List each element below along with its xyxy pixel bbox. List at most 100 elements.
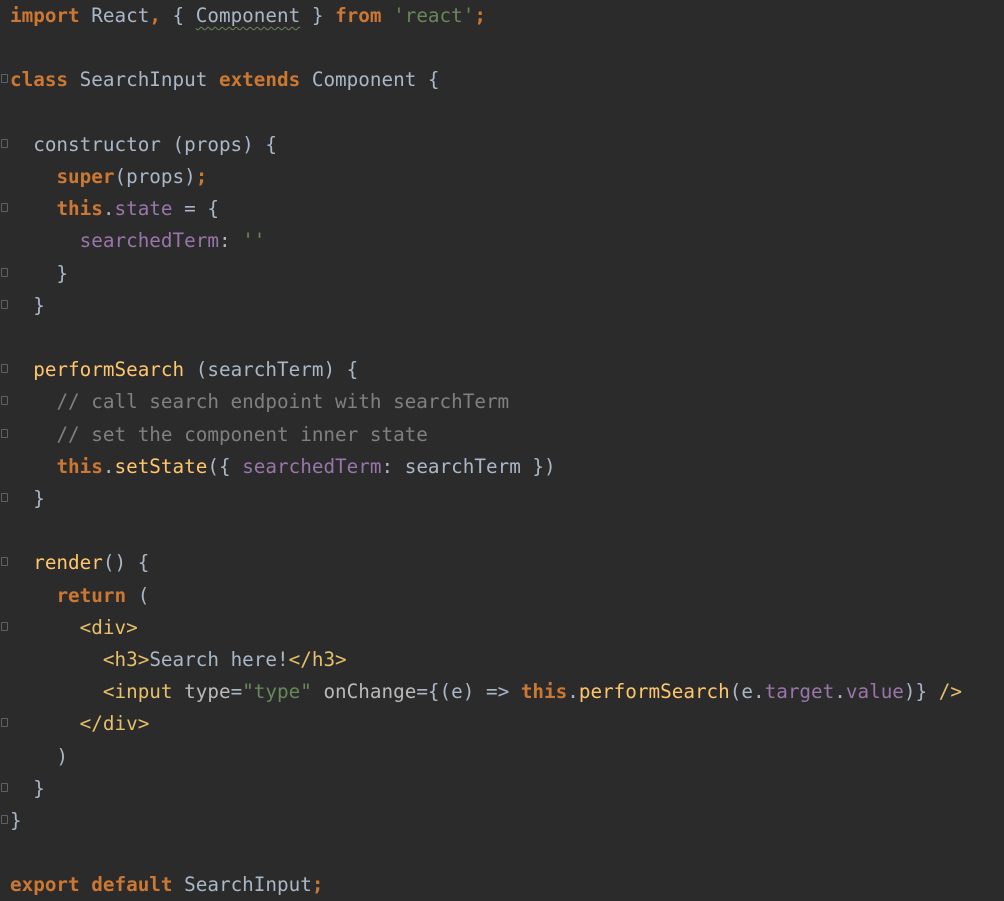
gutter bbox=[0, 515, 10, 547]
code-token: . bbox=[102, 454, 115, 478]
fold-marker-icon[interactable] bbox=[1, 203, 8, 213]
code-line[interactable]: } bbox=[10, 773, 45, 805]
gutter bbox=[0, 0, 10, 32]
code-token: : searchTerm }) bbox=[381, 454, 556, 478]
fold-marker-icon[interactable] bbox=[1, 557, 8, 567]
gutter bbox=[0, 386, 10, 418]
code-token: . bbox=[567, 680, 579, 704]
code-editor[interactable]: import React, { Component } from 'react'… bbox=[0, 0, 1004, 900]
code-line[interactable]: class SearchInput extends Component { bbox=[10, 64, 440, 96]
code-line[interactable]: </div> bbox=[10, 708, 150, 740]
code-line[interactable]: } bbox=[10, 805, 22, 837]
code-token: SearchInput bbox=[172, 873, 312, 897]
code-token: export bbox=[10, 873, 80, 897]
code-token: () { bbox=[102, 551, 150, 575]
fold-marker-icon[interactable] bbox=[1, 428, 8, 438]
code-line[interactable]: performSearch (searchTerm) { bbox=[10, 354, 358, 386]
fold-marker-icon[interactable] bbox=[1, 718, 8, 728]
fold-marker-icon[interactable] bbox=[1, 396, 8, 406]
code-line[interactable]: <div> bbox=[10, 612, 138, 644]
code-line[interactable]: import React, { Component } from 'react'… bbox=[10, 0, 486, 32]
code-line[interactable]: searchedTerm: '' bbox=[10, 225, 266, 257]
code-token: /> bbox=[938, 680, 962, 704]
code-token: searchedTerm bbox=[242, 454, 382, 478]
code-line[interactable]: render() { bbox=[10, 547, 149, 579]
gutter bbox=[0, 161, 10, 193]
code-token: import bbox=[10, 4, 80, 27]
code-token: } bbox=[10, 293, 45, 317]
fold-marker-icon[interactable] bbox=[1, 364, 8, 374]
code-token: } bbox=[10, 809, 22, 832]
code-token: ({ bbox=[207, 454, 243, 478]
code-token: from bbox=[335, 4, 382, 27]
code-line[interactable]: <h3>Search here!</h3> bbox=[10, 644, 347, 676]
code-token: React bbox=[79, 4, 150, 27]
code-token: (searchTerm) { bbox=[184, 358, 359, 382]
gutter bbox=[0, 483, 10, 515]
code-token: // call search endpoint with searchTerm bbox=[56, 390, 510, 414]
code-line[interactable]: } bbox=[10, 258, 68, 290]
code-line[interactable]: <input type="type" onChange={(e) => this… bbox=[10, 676, 962, 708]
code-token: return bbox=[56, 583, 127, 607]
code-token: (props) bbox=[114, 165, 196, 188]
code-line[interactable]: super(props); bbox=[10, 161, 207, 193]
gutter bbox=[0, 741, 10, 773]
code-line[interactable]: this.setState({ searchedTerm: searchTerm… bbox=[10, 451, 556, 483]
gutter bbox=[0, 97, 10, 129]
code-line[interactable]: this.state = { bbox=[10, 193, 219, 225]
code-line[interactable]: constructor (props) { bbox=[10, 129, 277, 161]
fold-marker-icon[interactable] bbox=[1, 267, 8, 277]
code-line[interactable]: // set the component inner state bbox=[10, 419, 427, 451]
code-token: ={(e) => bbox=[416, 680, 521, 704]
code-token: SearchInput bbox=[68, 68, 219, 92]
fold-marker-icon[interactable] bbox=[1, 74, 8, 84]
code-line[interactable]: } bbox=[10, 483, 45, 515]
code-token: Component { bbox=[300, 68, 440, 92]
code-line[interactable]: export default SearchInput; bbox=[10, 869, 323, 901]
code-token: = bbox=[230, 680, 243, 704]
fold-marker-icon[interactable] bbox=[1, 493, 8, 502]
gutter bbox=[0, 193, 10, 225]
code-line[interactable]: return ( bbox=[10, 580, 149, 612]
gutter bbox=[0, 451, 10, 483]
gutter bbox=[0, 805, 10, 837]
gutter bbox=[0, 547, 10, 579]
code-token: '' bbox=[242, 229, 266, 253]
fold-marker-icon[interactable] bbox=[1, 138, 8, 148]
gutter bbox=[0, 354, 10, 386]
code-token: type bbox=[184, 680, 231, 704]
code-token: ; bbox=[474, 4, 486, 27]
fold-marker-icon[interactable] bbox=[1, 299, 8, 309]
code-token: render bbox=[33, 551, 103, 575]
fold-marker-icon[interactable] bbox=[1, 782, 8, 792]
fold-marker-icon[interactable] bbox=[1, 815, 8, 824]
gutter bbox=[0, 32, 10, 64]
fold-marker-icon[interactable] bbox=[1, 621, 8, 631]
gutter bbox=[0, 644, 10, 676]
code-line[interactable]: ) bbox=[10, 741, 68, 773]
code-line[interactable]: } bbox=[10, 290, 45, 322]
code-token: Component bbox=[195, 4, 301, 27]
code-token: = { bbox=[172, 197, 219, 221]
gutter bbox=[0, 676, 10, 708]
code-token: </div> bbox=[79, 712, 150, 736]
gutter bbox=[0, 419, 10, 451]
code-token: default bbox=[91, 873, 173, 897]
code-token: value bbox=[845, 680, 904, 704]
code-line[interactable]: // call search endpoint with searchTerm bbox=[10, 386, 509, 418]
gutter bbox=[0, 322, 10, 354]
code-token: } bbox=[300, 4, 336, 27]
